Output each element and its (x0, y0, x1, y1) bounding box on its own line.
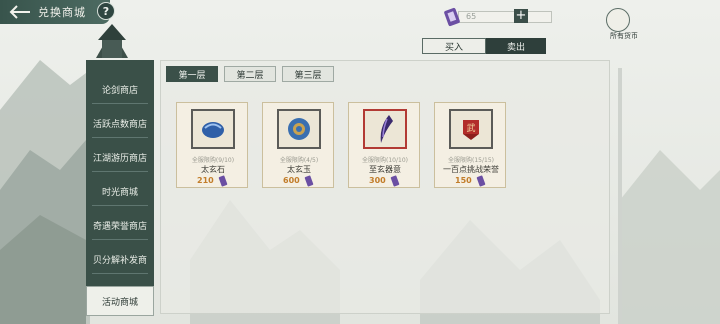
scroll-token-icon (390, 175, 400, 187)
item-frame: 武 (449, 109, 493, 149)
scroll-token-icon (304, 175, 314, 187)
page-title: 兑换商城 (38, 6, 86, 19)
item-name: 至玄器意 (369, 165, 401, 174)
item-frame (191, 109, 235, 149)
currency-amount: 65 (466, 12, 477, 21)
svg-text:武: 武 (466, 122, 475, 134)
tab-buy[interactable]: 买入 (422, 38, 486, 54)
tab-floor-1[interactable]: 第一层 (166, 66, 218, 82)
add-currency-button[interactable]: + (514, 9, 528, 23)
sidebar-item-label: 论剑商店 (101, 85, 138, 96)
item-frame (363, 109, 407, 149)
red-banner-icon: 武 (463, 120, 479, 140)
jade-icon (288, 118, 310, 140)
scroll-token-icon (218, 175, 228, 187)
sidebar-item-time-shop[interactable]: 时光商城 (86, 176, 154, 206)
scroll-token-icon (476, 175, 486, 187)
divider (92, 137, 148, 138)
tab-floor-2[interactable]: 第二层 (224, 66, 276, 82)
floor-tabs: 第一层 第二层 第三层 (166, 66, 334, 82)
price-value: 210 (197, 176, 214, 185)
sidebar-item-label: 活动商城 (101, 297, 138, 308)
sidebar-item-label: 江湖游历商店 (92, 153, 147, 164)
price-value: 300 (369, 176, 386, 185)
shop-sidebar: 论剑商店 活跃点数商店 江湖游历商店 时光商城 奇遇荣誉商店 贝分解补发商 活动… (86, 60, 154, 316)
purchase-limit: 全服限购(10/10) (362, 157, 408, 164)
divider (92, 273, 148, 274)
tab-sell[interactable]: 卖出 (486, 38, 546, 54)
shop-item-card[interactable]: 武 全服限购(15/15) 一百点挑战荣誉 150 (434, 102, 506, 188)
back-button[interactable] (4, 2, 36, 22)
divider (92, 239, 148, 240)
item-frame (277, 109, 321, 149)
sidebar-item-label: 贝分解补发商 (92, 255, 147, 266)
sidebar-item-label: 活跃点数商店 (92, 119, 147, 130)
item-name: 一百点挑战荣誉 (443, 165, 499, 174)
help-button[interactable]: ? (97, 2, 115, 20)
sidebar-item-label: 奇遇荣誉商店 (92, 221, 147, 232)
item-name: 太玄玉 (287, 165, 311, 174)
sidebar-item-decompose-shop[interactable]: 贝分解补发商 (86, 244, 154, 274)
owned-currency-label: 所有货币 (610, 32, 638, 40)
price: 300 (359, 175, 411, 187)
price: 210 (187, 175, 239, 187)
tab-floor-3[interactable]: 第三层 (282, 66, 334, 82)
sidebar-item-activity-shop[interactable]: 活跃点数商店 (86, 108, 154, 138)
purchase-limit: 全服限购(4/5) (279, 157, 319, 164)
price: 600 (273, 175, 325, 187)
shop-item-card[interactable]: 全服限购(10/10) 至玄器意 300 (348, 102, 420, 188)
purple-blade-icon (380, 115, 393, 143)
purchase-limit: 全服限购(15/15) (448, 157, 494, 164)
scroll-knob (606, 8, 630, 32)
price-value: 150 (455, 176, 472, 185)
price-value: 600 (283, 176, 300, 185)
sidebar-item-label: 时光商城 (101, 187, 138, 198)
sidebar-item-duel-shop[interactable]: 论剑商店 (86, 74, 154, 104)
purchase-limit: 全服限购(9/10) (191, 157, 235, 164)
back-arrow-icon (9, 5, 30, 19)
item-name: 太玄石 (201, 165, 225, 174)
trade-toggle: 买入 卖出 (422, 38, 546, 54)
sidebar-item-event-shop[interactable]: 活动商城 (86, 286, 154, 316)
scroll-token-icon (444, 7, 460, 27)
divider (92, 171, 148, 172)
blue-stone-icon (202, 122, 224, 138)
price: 150 (445, 175, 497, 187)
sidebar-item-travel-shop[interactable]: 江湖游历商店 (86, 142, 154, 172)
divider (92, 205, 148, 206)
shop-item-card[interactable]: 全服限购(4/5) 太玄玉 600 (262, 102, 334, 188)
scroll-rail (618, 68, 622, 324)
shop-item-card[interactable]: 全服限购(9/10) 太玄石 210 (176, 102, 248, 188)
divider (92, 103, 148, 104)
sidebar-item-honor-shop[interactable]: 奇遇荣誉商店 (86, 210, 154, 240)
